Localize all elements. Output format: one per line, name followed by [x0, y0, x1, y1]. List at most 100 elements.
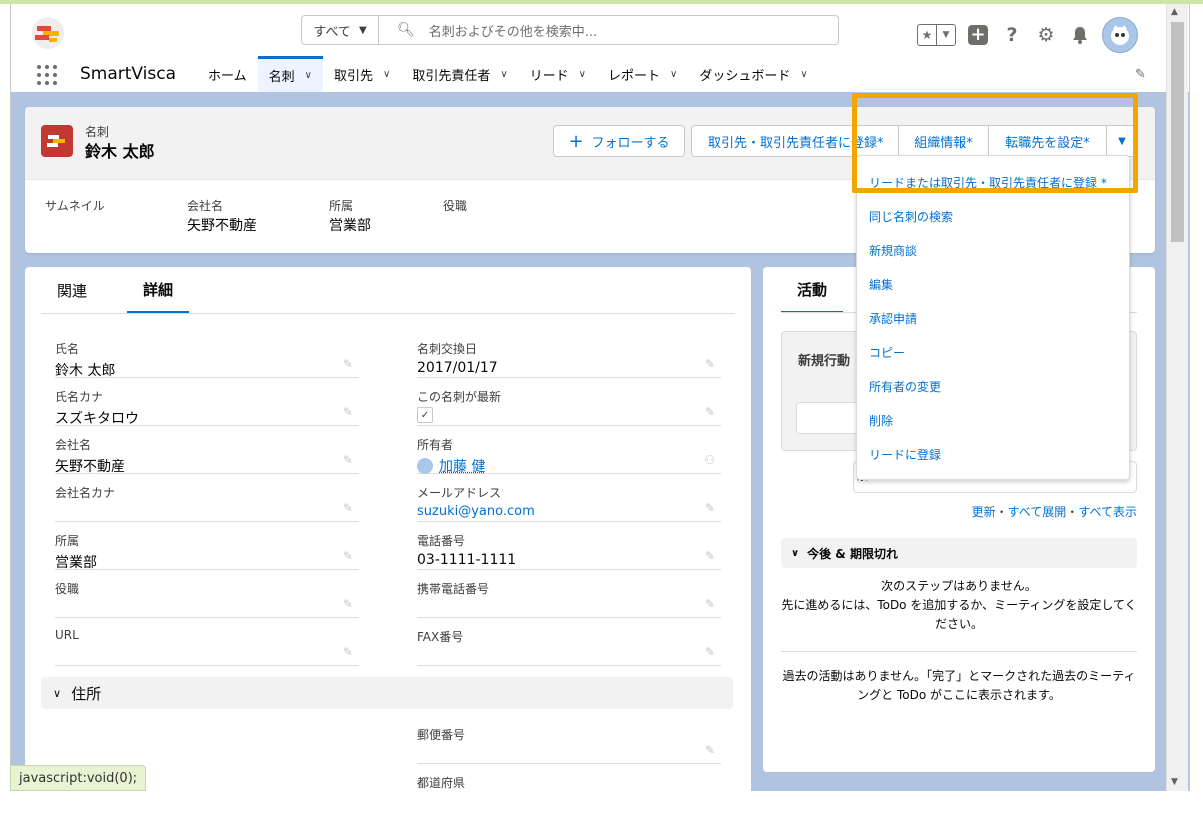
chevron-down-icon[interactable]: ∨	[500, 69, 507, 80]
bell-icon[interactable]	[1068, 23, 1092, 47]
register-account-button[interactable]: 取引先・取引先責任者に登録*	[691, 125, 899, 157]
chevron-down-icon[interactable]: ∨	[305, 70, 312, 81]
nav-item-business-cards[interactable]: 名刺 ∨	[257, 56, 323, 92]
menu-item-submit-approval[interactable]: 承認申請	[869, 310, 917, 327]
menu-item-change-owner[interactable]: 所有者の変更	[869, 378, 941, 395]
email-link[interactable]: suzuki@yano.com	[417, 504, 535, 519]
highlight-value: 矢野不動産	[187, 218, 257, 234]
follow-button[interactable]: + フォローする	[553, 125, 685, 157]
field-value: 鈴木 太郎	[55, 363, 116, 379]
menu-item-delete[interactable]: 削除	[869, 412, 893, 429]
field-label: 所属	[55, 534, 80, 548]
highlight-label: 所属	[329, 199, 354, 213]
upcoming-section-toggle[interactable]: ∨ 今後 & 期限切れ	[781, 538, 1137, 568]
app-logo[interactable]	[29, 16, 67, 50]
app-launcher-icon[interactable]	[37, 65, 57, 85]
nav-item-leads[interactable]: リード ∨	[519, 56, 597, 92]
more-actions-button[interactable]: ▼	[1106, 125, 1138, 157]
caret-down-icon: ▼	[936, 25, 955, 45]
nav-label: リード	[529, 68, 569, 84]
no-steps-hint: 先に進めるには、ToDo を追加するか、ミーティングを設定してください。	[781, 598, 1137, 631]
nav-label: 取引先責任者	[412, 68, 491, 84]
pencil-icon[interactable]: ✎	[705, 501, 715, 515]
scroll-up-arrow-icon[interactable]: ▲	[1171, 7, 1178, 17]
highlight-field: 役職	[443, 197, 585, 235]
pencil-icon[interactable]: ✎	[343, 549, 353, 563]
org-info-label: 組織情報*	[914, 135, 973, 151]
nav-item-contacts[interactable]: 取引先責任者 ∨	[401, 56, 518, 92]
highlight-fields: サムネイル 会社名 矢野不動産 所属 営業部 役職	[45, 197, 585, 235]
field-label: 役職	[55, 582, 80, 596]
nav-item-reports[interactable]: レポート ∨	[597, 56, 688, 92]
nav-item-home[interactable]: ホーム	[197, 56, 258, 92]
chevron-down-icon[interactable]: ∨	[670, 69, 677, 80]
gear-icon[interactable]: ⚙	[1034, 23, 1058, 47]
follow-label: フォローする	[591, 135, 670, 151]
pencil-icon[interactable]: ✎	[705, 357, 715, 371]
global-actions-button[interactable]: +	[966, 23, 990, 47]
more-actions-menu: リードまたは取引先・取引先責任者に登録 * 同じ名刺の検索 新規商談 編集 承認…	[856, 155, 1130, 480]
global-search-input[interactable]: 🔍︎ 名刺およびその他を検索中...	[379, 15, 839, 45]
user-avatar[interactable]	[1102, 17, 1138, 53]
star-icon: ★	[921, 28, 933, 42]
help-icon[interactable]: ?	[1000, 23, 1024, 47]
scroll-down-arrow-icon[interactable]: ▼	[1171, 777, 1178, 787]
chevron-down-icon[interactable]: ∨	[579, 69, 586, 80]
owner-link[interactable]: 加藤 健	[439, 456, 485, 476]
field-label: 名刺交換日	[417, 342, 478, 356]
field-label: この名刺が最新	[417, 390, 502, 404]
pencil-icon[interactable]: ✎	[705, 743, 715, 757]
page-scrollbar[interactable]: ▲ ▼	[1166, 4, 1188, 791]
search-scope-select[interactable]: すべて ▼	[301, 15, 379, 45]
pencil-icon[interactable]: ✎	[343, 453, 353, 467]
field-company: 会社名 矢野不動産 ✎	[55, 429, 359, 475]
nav-item-dashboards[interactable]: ダッシュボード ∨	[688, 56, 818, 92]
no-steps-message: 次のステップはありません。 先に進めるには、ToDo を追加するか、ミーティング…	[781, 577, 1137, 634]
pencil-icon[interactable]: ✎	[343, 357, 353, 371]
plus-icon: +	[968, 25, 988, 45]
show-all-link[interactable]: すべて表示	[1078, 505, 1137, 519]
menu-item-copy[interactable]: コピー	[869, 344, 905, 361]
pencil-icon[interactable]: ✎	[343, 501, 353, 515]
pencil-icon[interactable]: ✎	[705, 405, 715, 419]
pencil-icon[interactable]: ✎	[705, 645, 715, 659]
pencil-icon[interactable]: ✎	[343, 405, 353, 419]
tab-activity[interactable]: 活動	[781, 267, 843, 313]
nav-label: 取引先	[333, 68, 373, 84]
pencil-icon[interactable]: ✎	[343, 597, 353, 611]
expand-all-link[interactable]: すべて展開	[1008, 505, 1067, 519]
nav-item-accounts[interactable]: 取引先 ∨	[323, 56, 401, 92]
pencil-icon[interactable]: ✎	[705, 597, 715, 611]
pencil-icon[interactable]: ✎	[343, 645, 353, 659]
field-department: 所属 営業部 ✎	[55, 525, 359, 571]
field-fax: FAX番号 ✎	[417, 621, 721, 666]
favorites-button[interactable]: ★ ▼	[917, 24, 956, 46]
menu-item-find-same-card[interactable]: 同じ名刺の検索	[869, 208, 953, 225]
org-info-button[interactable]: 組織情報*	[898, 125, 989, 157]
menu-item-edit[interactable]: 編集	[869, 276, 893, 293]
field-label: メールアドレス	[417, 486, 502, 500]
chevron-down-icon[interactable]: ∨	[383, 69, 390, 80]
edit-nav-pencil-icon[interactable]: ✎	[1135, 67, 1146, 82]
field-label: FAX番号	[417, 630, 464, 644]
pencil-icon[interactable]: ✎	[705, 549, 715, 563]
tab-related[interactable]: 関連	[41, 267, 103, 313]
transfer-button[interactable]: 転職先を設定*	[988, 125, 1107, 157]
search-icon: 🔍︎	[397, 22, 415, 38]
scroll-thumb[interactable]	[1171, 22, 1184, 242]
tab-detail[interactable]: 詳細	[127, 267, 190, 313]
field-name: 氏名 鈴木 太郎 ✎	[55, 333, 359, 379]
refresh-link[interactable]: 更新	[972, 505, 996, 519]
caret-down-icon: ▼	[1118, 135, 1126, 147]
change-owner-icon[interactable]: ⚇	[704, 453, 715, 467]
address-section-toggle[interactable]: ∨ 住所	[41, 677, 733, 709]
chevron-down-icon[interactable]: ∨	[800, 69, 807, 80]
field-company-kana: 会社名カナ ✎	[55, 477, 359, 522]
caret-down-icon: ▼	[358, 24, 367, 36]
field-value: 2017/01/17	[417, 360, 498, 376]
field-postal: 郵便番号 ✎	[417, 719, 721, 764]
menu-item-register-lead[interactable]: リードに登録	[869, 446, 941, 463]
activity-links: 更新・すべて展開・すべて表示	[972, 503, 1137, 520]
menu-item-new-opportunity[interactable]: 新規商談	[869, 242, 917, 259]
menu-item-register-lead-or-account[interactable]: リードまたは取引先・取引先責任者に登録 *	[869, 174, 1107, 191]
